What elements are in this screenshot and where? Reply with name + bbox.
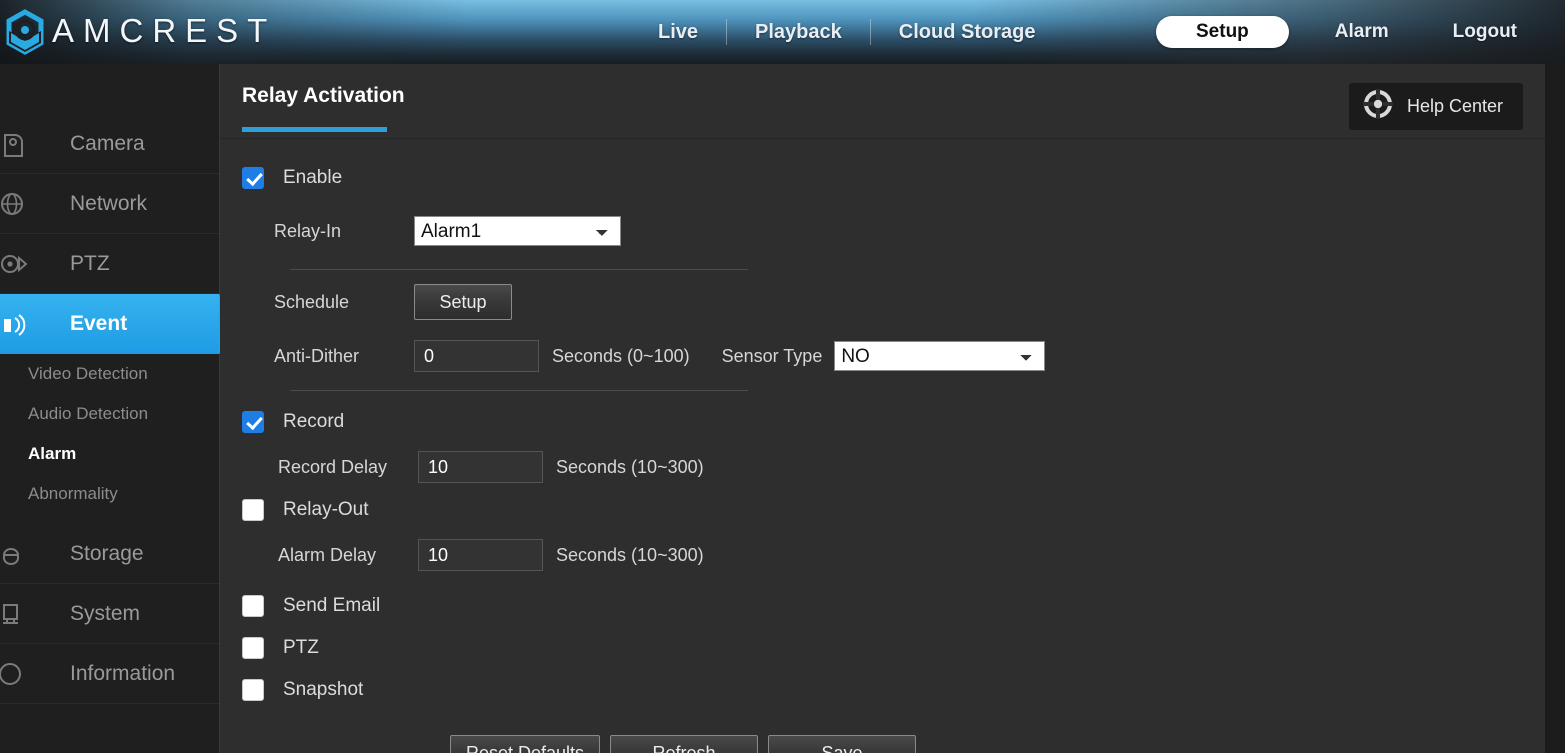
sidebar-sub-spacer [0, 514, 219, 524]
section-divider [290, 390, 748, 391]
record-checkbox[interactable] [242, 411, 264, 433]
sidebar-item-network[interactable]: Network [0, 174, 219, 234]
send-email-label: Send Email [283, 595, 381, 616]
sidebar-subitem-label: Audio Detection [28, 404, 149, 423]
save-button[interactable]: Save [768, 735, 916, 753]
sidebar-top-spacer [0, 64, 219, 114]
relay-out-checkbox[interactable] [242, 499, 264, 521]
nav-setup[interactable]: Setup [1156, 16, 1289, 48]
sidebar-subitem-label: Abnormality [28, 484, 118, 503]
sidebar-item-label: Network [70, 191, 148, 215]
nav-playback[interactable]: Playback [727, 0, 870, 64]
enable-checkbox[interactable] [242, 167, 264, 189]
sensor-type-select[interactable]: NO [834, 341, 1046, 371]
content-panel: Relay Activation Help Center Enable Rela… [220, 64, 1545, 753]
alarm-delay-input[interactable] [418, 539, 543, 571]
schedule-row: Schedule Setup [242, 282, 1545, 322]
ptz-label: PTZ [283, 637, 319, 658]
sidebar-item-information[interactable]: Information [0, 644, 219, 704]
system-icon [0, 597, 30, 631]
sidebar-subitem-abnormality[interactable]: Abnormality [0, 474, 219, 514]
nav-cloud-storage[interactable]: Cloud Storage [871, 0, 1064, 64]
anti-dither-row: Anti-Dither Seconds (0~100) Sensor Type … [242, 336, 1545, 376]
ptz-checkbox[interactable] [242, 637, 264, 659]
record-row: Record [242, 401, 1545, 443]
sidebar-subitem-label: Alarm [28, 444, 77, 463]
alarm-delay-row: Alarm Delay Seconds (10~300) [242, 535, 1545, 575]
sidebar-subitem-audio-detection[interactable]: Audio Detection [0, 394, 219, 434]
help-center-label: Help Center [1406, 96, 1503, 116]
record-delay-suffix: Seconds (10~300) [556, 456, 704, 477]
sidebar-item-storage[interactable]: Storage [0, 524, 219, 584]
relay-in-select[interactable]: Alarm1 [414, 216, 621, 246]
refresh-button[interactable]: Refresh [610, 735, 758, 753]
nav-alarm[interactable]: Alarm [1303, 0, 1421, 64]
send-email-checkbox[interactable] [242, 595, 264, 617]
sidebar-item-label: Camera [70, 131, 145, 155]
sidebar-item-label: Information [70, 661, 176, 685]
storage-icon [0, 537, 30, 571]
panel-header: Relay Activation Help Center [220, 64, 1545, 139]
record-delay-label: Record Delay [278, 456, 388, 477]
event-signal-icon [0, 307, 30, 341]
page-title: Relay Activation [242, 84, 405, 107]
relay-in-row: Relay-In Alarm1 [242, 211, 1545, 251]
sidebar-subitem-video-detection[interactable]: Video Detection [0, 354, 219, 394]
anti-dither-label: Anti-Dither [274, 345, 360, 366]
form-actions: Reset Defaults Refresh Save [242, 733, 1545, 753]
anti-dither-input[interactable] [414, 340, 539, 372]
sidebar-item-event[interactable]: Event [0, 294, 245, 354]
ptz-icon [0, 247, 30, 281]
sidebar: Camera Network PTZ Event Video Detection… [0, 64, 245, 753]
record-label: Record [283, 411, 345, 432]
sidebar-item-label: Storage [70, 541, 144, 565]
enable-row: Enable [242, 157, 1545, 199]
title-underline [242, 127, 387, 132]
record-delay-row: Record Delay Seconds (10~300) [242, 447, 1545, 487]
relay-activation-form: Enable Relay-In Alarm1 Schedule Setup An… [220, 139, 1545, 753]
section-divider [290, 269, 748, 270]
snapshot-row: Snapshot [242, 669, 1545, 711]
sensor-type-label: Sensor Type [721, 345, 823, 366]
amcrest-hex-logo-icon [4, 9, 46, 55]
camera-icon [0, 127, 30, 161]
relay-out-label: Relay-Out [283, 499, 369, 520]
schedule-setup-button[interactable]: Setup [414, 284, 512, 320]
primary-nav: Live Playback Cloud Storage [630, 0, 1063, 64]
relay-in-label: Relay-In [274, 220, 342, 241]
alarm-delay-suffix: Seconds (10~300) [556, 544, 704, 565]
alarm-delay-label: Alarm Delay [278, 544, 377, 565]
record-delay-input[interactable] [418, 451, 543, 483]
anti-dither-suffix: Seconds (0~100) [552, 345, 690, 366]
relay-out-row: Relay-Out [242, 489, 1545, 531]
information-icon [0, 657, 30, 691]
help-center-button[interactable]: Help Center [1348, 83, 1523, 130]
logo-svg [6, 9, 44, 55]
snapshot-checkbox[interactable] [242, 679, 264, 701]
nav-logout[interactable]: Logout [1421, 0, 1549, 64]
reset-defaults-button[interactable]: Reset Defaults [450, 735, 600, 753]
sidebar-item-label: Event [70, 312, 128, 335]
secondary-nav: Setup Alarm Logout [1156, 0, 1549, 64]
ptz-row: PTZ [242, 627, 1545, 669]
enable-label: Enable [283, 167, 343, 188]
sidebar-item-label: System [70, 601, 141, 625]
send-email-row: Send Email [242, 585, 1545, 627]
sidebar-item-system[interactable]: System [0, 584, 219, 644]
sidebar-item-ptz[interactable]: PTZ [0, 234, 219, 294]
snapshot-label: Snapshot [283, 679, 364, 700]
brand-name: AMCREST [52, 12, 277, 49]
app-window: AMCREST Live Playback Cloud Storage Setu… [0, 0, 1565, 753]
sidebar-item-label: PTZ [70, 251, 110, 275]
sidebar-subitem-alarm[interactable]: Alarm [0, 434, 219, 474]
top-header-bar: AMCREST Live Playback Cloud Storage Setu… [0, 0, 1565, 64]
nav-live[interactable]: Live [630, 0, 726, 64]
sidebar-subitem-label: Video Detection [28, 364, 148, 383]
lifebuoy-icon [1362, 89, 1393, 124]
sidebar-item-camera[interactable]: Camera [0, 114, 219, 174]
schedule-label: Schedule [274, 291, 350, 312]
network-globe-icon [0, 187, 30, 221]
